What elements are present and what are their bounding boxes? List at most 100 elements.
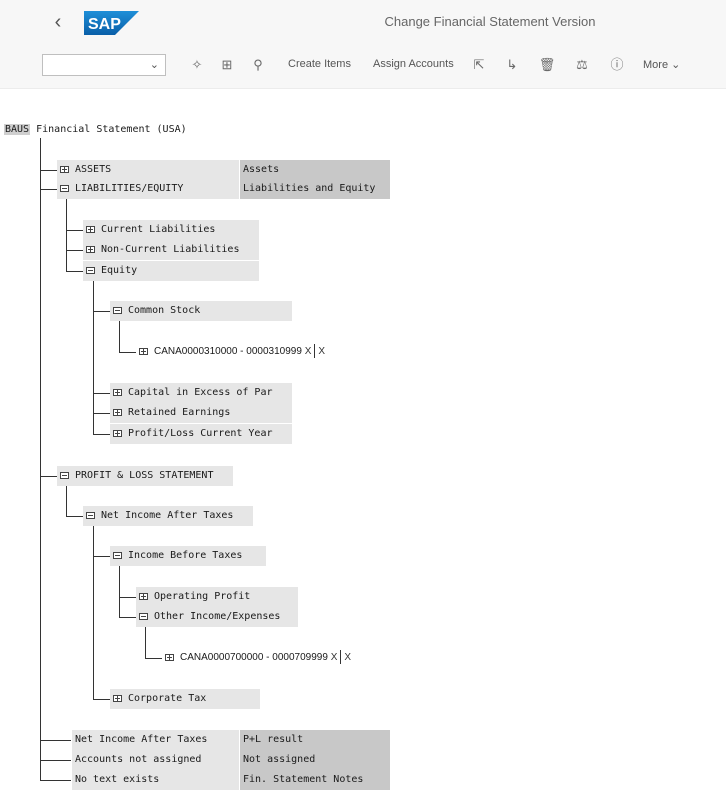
- node-label: Retained Earnings: [128, 407, 231, 418]
- node-label: Net Income After Taxes: [75, 734, 208, 745]
- tree-node-no-text-exists[interactable]: No text exists: [72, 770, 239, 790]
- tree-node-net-income-result[interactable]: Net Income After Taxes: [72, 730, 239, 750]
- connector: [93, 526, 94, 699]
- chevron-down-icon: ⌄: [149, 59, 159, 71]
- tree-node-retained-earnings[interactable]: Retained Earnings: [110, 403, 292, 423]
- node-label: Common Stock: [128, 305, 201, 316]
- collapse-icon[interactable]: [139, 613, 148, 620]
- connector: [119, 597, 136, 598]
- balance-icon[interactable]: ⚖: [573, 56, 591, 74]
- connector: [93, 281, 94, 435]
- collapse-icon[interactable]: [113, 552, 122, 559]
- tree-node-accounts-not-assigned[interactable]: Accounts not assigned: [72, 750, 239, 770]
- tree-root[interactable]: BAUS Financial Statement (USA): [4, 122, 187, 138]
- connector: [40, 780, 71, 781]
- tree-node-operating-profit[interactable]: Operating Profit: [136, 587, 298, 607]
- collapse-icon[interactable]: [60, 472, 69, 479]
- logo-text: SAP: [88, 16, 121, 33]
- account-icon: [139, 348, 148, 355]
- tree-node-other-income[interactable]: Other Income/Expenses: [136, 607, 298, 627]
- connector: [145, 658, 162, 659]
- connector: [145, 627, 146, 658]
- tree-node-corporate-tax[interactable]: Corporate Tax: [110, 689, 260, 709]
- tree-node-common-stock[interactable]: Common Stock: [110, 301, 292, 321]
- expand-icon[interactable]: [113, 430, 122, 437]
- connector: [119, 352, 136, 353]
- collapse-icon[interactable]: [86, 267, 95, 274]
- separator: [340, 650, 342, 665]
- node-description: Liabilities and Equity: [240, 179, 390, 199]
- node-label: Income Before Taxes: [128, 550, 243, 561]
- page-title: Change Financial Statement Version: [384, 14, 596, 29]
- node-label: Capital in Excess of Par: [128, 387, 273, 398]
- collapse-icon[interactable]: [86, 512, 95, 519]
- layout-select[interactable]: ⌄: [42, 54, 166, 76]
- collapse-icon[interactable]: [113, 307, 122, 314]
- connector: [40, 760, 71, 761]
- root-code: BAUS: [4, 124, 31, 135]
- back-button[interactable]: ‹: [48, 12, 68, 32]
- flag-debit: X: [304, 346, 312, 357]
- expand-icon[interactable]: [113, 409, 122, 416]
- connector: [93, 393, 110, 394]
- find-icon[interactable]: ⚲: [249, 56, 267, 74]
- node-description: Fin. Statement Notes: [240, 770, 390, 790]
- create-items-button[interactable]: Create Items: [288, 58, 351, 70]
- info-icon[interactable]: ⓘ: [608, 56, 626, 74]
- tree-node-net-income-after-taxes[interactable]: Net Income After Taxes: [83, 506, 253, 526]
- node-label: LIABILITIES/EQUITY: [75, 183, 184, 194]
- connector: [66, 199, 67, 271]
- delete-icon[interactable]: 🗑: [538, 56, 556, 74]
- expand-icon[interactable]: [113, 695, 122, 702]
- expand-subtree-icon[interactable]: ⊞: [218, 56, 236, 74]
- collapse-icon[interactable]: [60, 185, 69, 192]
- chevron-down-icon: ⌄: [671, 59, 681, 71]
- connector: [40, 170, 57, 171]
- node-label: No text exists: [75, 774, 160, 785]
- connector: [119, 566, 120, 618]
- node-description: Assets: [240, 160, 390, 180]
- node-label: Non-Current Liabilities: [101, 244, 240, 255]
- tree-node-liabilities-equity[interactable]: LIABILITIES/EQUITY: [57, 179, 239, 199]
- node-label: Current Liabilities: [101, 224, 216, 235]
- edit-toggle-icon[interactable]: ✧: [188, 56, 206, 74]
- expand-icon[interactable]: [60, 166, 69, 173]
- connector: [93, 556, 110, 557]
- expand-icon[interactable]: [139, 593, 148, 600]
- tree-node-pl-statement[interactable]: PROFIT & LOSS STATEMENT: [57, 466, 233, 486]
- account-interval[interactable]: CANA0000310000 - 0000310999 XX: [136, 342, 336, 362]
- sap-logo: SAP: [84, 11, 139, 35]
- connector: [40, 740, 71, 741]
- account-range: CANA0000310000 - 0000310999: [154, 346, 302, 357]
- account-interval[interactable]: CANA0000700000 - 0000709999 XX: [162, 648, 388, 668]
- connector: [66, 486, 67, 516]
- assign-accounts-button[interactable]: Assign Accounts: [373, 58, 454, 70]
- connector: [66, 250, 83, 251]
- reassign-icon[interactable]: ↳: [503, 56, 521, 74]
- expand-icon[interactable]: [86, 246, 95, 253]
- tree-node-profit-loss-current-year[interactable]: Profit/Loss Current Year: [110, 424, 292, 444]
- tree-node-equity[interactable]: Equity: [83, 261, 259, 281]
- separator: [314, 344, 316, 359]
- flag-credit: X: [344, 652, 352, 663]
- tree-node-assets[interactable]: ASSETS: [57, 160, 239, 180]
- expand-icon[interactable]: [113, 389, 122, 396]
- tree-node-capital-excess[interactable]: Capital in Excess of Par: [110, 383, 292, 403]
- more-button[interactable]: More ⌄: [643, 58, 680, 71]
- select-icon[interactable]: ⇱: [470, 56, 488, 74]
- connector: [119, 321, 120, 352]
- expand-icon[interactable]: [86, 226, 95, 233]
- node-label: Operating Profit: [154, 591, 251, 602]
- flag-debit: X: [330, 652, 338, 663]
- connector: [66, 230, 83, 231]
- connector: [40, 476, 57, 477]
- tree-node-income-before-taxes[interactable]: Income Before Taxes: [110, 546, 266, 566]
- node-label: Profit/Loss Current Year: [128, 428, 273, 439]
- tree-node-noncurrent-liabilities[interactable]: Non-Current Liabilities: [83, 240, 259, 260]
- node-description: P+L result: [240, 730, 390, 750]
- node-label: PROFIT & LOSS STATEMENT: [75, 470, 214, 481]
- node-label: Other Income/Expenses: [154, 611, 281, 622]
- account-icon: [165, 654, 174, 661]
- app-header: ‹ SAP Change Financial Statement Version: [0, 0, 726, 45]
- tree-node-current-liabilities[interactable]: Current Liabilities: [83, 220, 259, 240]
